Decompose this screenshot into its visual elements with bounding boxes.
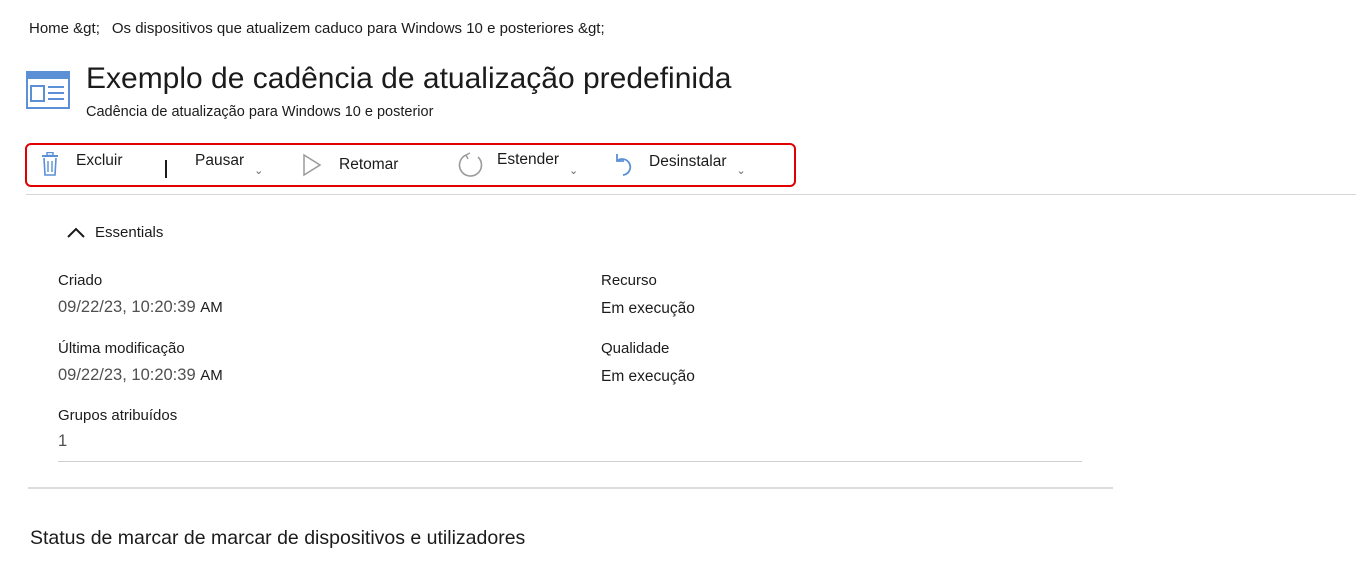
created-suffix: AM	[200, 299, 223, 316]
essentials-toggle[interactable]: Essentials	[66, 224, 163, 241]
refresh-icon	[458, 152, 483, 177]
groups-label: Grupos atribuídos	[58, 407, 178, 424]
delete-label: Excluir	[76, 152, 123, 169]
trash-icon	[42, 152, 58, 176]
modified-label: Última modificação	[58, 340, 185, 357]
quality-label: Qualidade	[601, 340, 670, 357]
uninstall-chevron-down-icon: ⌄	[736, 164, 746, 177]
page-subtitle: Cadência de atualização para Windows 10 …	[86, 104, 434, 120]
extend-button[interactable]: Estender ⌄	[458, 151, 579, 178]
delete-button[interactable]: Excluir	[41, 152, 123, 176]
undo-icon	[616, 154, 632, 176]
pause-chevron-down-icon: ⌄	[254, 165, 264, 177]
created-value: 09/22/23, 10:20:39 AM	[58, 298, 223, 317]
essentials-label: Essentials	[95, 224, 164, 241]
breadcrumb-home-link[interactable]: Home &gt;	[29, 20, 100, 37]
status-section-title: Status de marcar de marcar de dispositiv…	[30, 527, 526, 549]
breadcrumb: Home &gt; Os dispositivos que atualizem …	[29, 20, 605, 37]
toolbar-divider	[26, 194, 1356, 195]
modified-datetime: 09/22/23, 10:20:39	[58, 366, 196, 384]
resume-button[interactable]: Retomar	[302, 153, 398, 177]
page-blade-icon	[26, 71, 70, 109]
extend-chevron-down-icon: ⌄	[569, 164, 579, 177]
command-bar: Excluir Pausar ⌄ Retomar Estender ⌄ Desi…	[25, 143, 796, 187]
pause-label: Pausar	[195, 151, 245, 169]
created-datetime: 09/22/23, 10:20:39	[58, 298, 196, 316]
feature-label: Recurso	[601, 272, 657, 289]
groups-value[interactable]: 1	[58, 432, 67, 451]
modified-suffix: AM	[200, 367, 223, 384]
section-divider	[28, 487, 1113, 489]
resume-label: Retomar	[339, 156, 399, 173]
feature-value: Em execução	[601, 300, 695, 317]
extend-label: Estender	[497, 151, 560, 168]
uninstall-label: Desinstalar	[649, 153, 727, 170]
page-header: Exemplo de cadência de atualização prede…	[26, 62, 731, 120]
uninstall-button[interactable]: Desinstalar ⌄	[611, 152, 746, 178]
play-icon	[303, 153, 322, 177]
page-title: Exemplo de cadência de atualização prede…	[86, 62, 732, 95]
breadcrumb-current-link[interactable]: Os dispositivos que atualizem caduco par…	[112, 20, 605, 37]
essentials-divider	[58, 461, 1082, 462]
chevron-up-icon	[67, 227, 85, 238]
quality-value: Em execução	[601, 368, 695, 385]
modified-value: 09/22/23, 10:20:39 AM	[58, 366, 223, 385]
created-label: Criado	[58, 272, 103, 289]
toolbar-separator	[165, 160, 167, 178]
pause-button[interactable]: Pausar ⌄	[195, 151, 264, 178]
